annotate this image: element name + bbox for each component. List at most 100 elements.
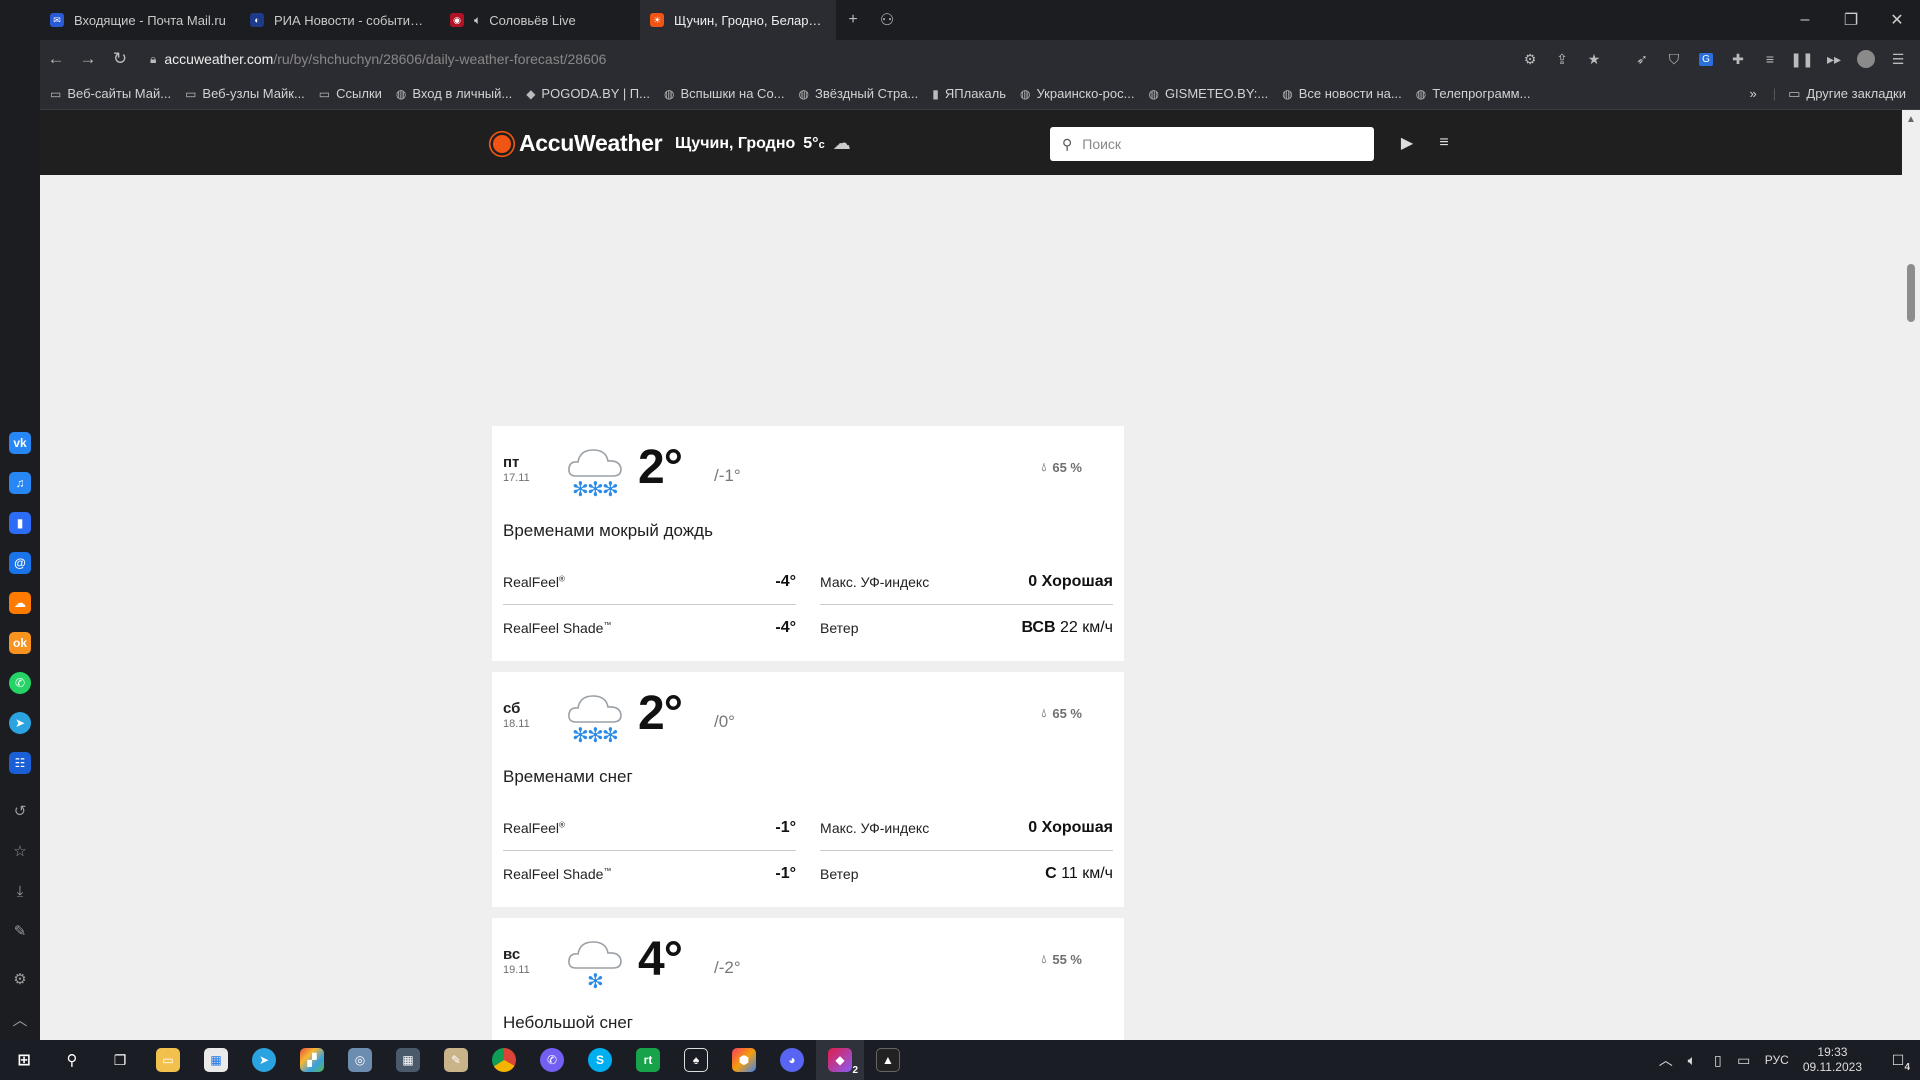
tab-2[interactable]: ◉ 🔈︎ Соловьёв Live [440, 0, 640, 40]
viber-icon[interactable]: ✆ [528, 1040, 576, 1080]
url-field[interactable]: 🔒︎ accuweather.com/ru/by/shchuchyn/28606… [150, 51, 1514, 67]
shield-icon[interactable]: ⛉ [1658, 43, 1690, 75]
other-bookmarks[interactable]: Другие закладки [1806, 86, 1906, 101]
whatsapp-icon[interactable]: ✆ [9, 672, 31, 694]
calculator-icon[interactable]: ▦ [384, 1040, 432, 1080]
device-icon[interactable]: ▯ [1705, 1052, 1731, 1069]
browser-sidebar: vk ♫ ▮ @ ☁ ok ✆ ➤ ☷ ↺ ☆ ⤓ ✎ ⚙ ︿ [0, 0, 40, 1040]
page-scrollbar[interactable]: ▲ [1902, 110, 1920, 1040]
tab-1[interactable]: ◐ РИА Новости - события в М [240, 0, 440, 40]
forward-button[interactable]: → [72, 43, 104, 75]
folder-icon: ▭ [185, 86, 197, 101]
forecast-card[interactable]: сб 18.11 ✻ ✻ ✻ 2° /0° 💧︎ 65 % Временами сне… [492, 672, 1124, 907]
accuweather-logo[interactable]: AccuWeather [491, 130, 663, 157]
bookmark-item[interactable]: ▭ Веб-узлы Майк... [185, 86, 305, 101]
search-box[interactable]: ⚲ [1050, 127, 1374, 161]
skype-icon[interactable]: S [576, 1040, 624, 1080]
volume-icon[interactable]: 🔈︎ [1679, 1052, 1705, 1069]
language-indicator[interactable]: РУС [1765, 1053, 1789, 1067]
bookmark-item[interactable]: ▭ Ссылки [319, 86, 382, 101]
bookmark-item[interactable]: ◍ GISMETEO.BY:... [1148, 86, 1268, 101]
bookmark-item[interactable]: ◍ Вход в личный... [396, 86, 512, 101]
site-permissions-icon[interactable]: ⚙ [1514, 43, 1546, 75]
telegram-icon[interactable]: ➤ [240, 1040, 288, 1080]
extensions-icon[interactable]: ✚ [1722, 43, 1754, 75]
task-view-icon[interactable]: ❐ [96, 1040, 144, 1080]
back-button[interactable]: ← [40, 43, 72, 75]
tab-groups-icon[interactable]: ⚇ [870, 0, 904, 40]
music-icon[interactable]: ♫ [9, 472, 31, 494]
discord-icon[interactable]: ◕ [768, 1040, 816, 1080]
audio-playing-icon[interactable]: 🔈︎ [474, 13, 481, 28]
minimize-icon[interactable]: – [1782, 0, 1828, 40]
notifications-icon[interactable]: ☐ 4 [1876, 1052, 1920, 1073]
tab-3[interactable]: ☀ Щучин, Гродно, Беларусь Е [640, 0, 836, 40]
search-input[interactable] [1082, 136, 1353, 152]
browser-menu-icon[interactable]: ☰ [1882, 43, 1914, 75]
bookmark-item[interactable]: ◍ Звёздный Стра... [799, 86, 919, 101]
skip-icon[interactable]: ▸▸ [1818, 43, 1850, 75]
cloud-icon[interactable]: ☁ [9, 592, 31, 614]
tray-chevron-icon[interactable]: ︿ [1653, 1050, 1679, 1070]
search-icon[interactable]: ⚲ [48, 1040, 96, 1080]
stats-icon[interactable]: ▮ [9, 512, 31, 534]
new-tab-button[interactable]: + [836, 0, 870, 40]
bookmarks-more-button[interactable]: » [1749, 86, 1756, 101]
pen-icon[interactable]: ✎ [9, 920, 31, 942]
bookmark-item[interactable]: ◍ Все новости на... [1282, 86, 1401, 101]
rocket-icon[interactable]: ➶ [1626, 43, 1658, 75]
mail-at-icon[interactable]: @ [9, 552, 31, 574]
scroll-up-icon[interactable]: ▲ [1906, 114, 1916, 125]
clock[interactable]: 19:33 09.11.2023 [1803, 1045, 1862, 1075]
store-icon[interactable]: ▦ [192, 1040, 240, 1080]
history-icon[interactable]: ↺ [9, 800, 31, 822]
window-count-badge: 2 [852, 1065, 858, 1076]
forecast-card[interactable]: пт 17.11 ✻ ✻ ✻ 2° /-1° 💧︎ 65 % Временами мо… [492, 426, 1124, 661]
solitaire-icon[interactable]: ♠ [672, 1040, 720, 1080]
network-icon[interactable]: ▭ [1731, 1052, 1757, 1069]
app-hex-icon[interactable]: ⬢ [720, 1040, 768, 1080]
reload-button[interactable]: ↻ [104, 43, 136, 75]
file-explorer-icon[interactable]: ▭ [144, 1040, 192, 1080]
bookmark-star-icon[interactable]: ★ [1578, 43, 1610, 75]
pause-icon[interactable]: ❚❚ [1786, 43, 1818, 75]
app-dark-icon[interactable]: ▲ [864, 1040, 912, 1080]
vk-icon[interactable]: vk [9, 432, 31, 454]
favorites-icon[interactable]: ☆ [9, 840, 31, 862]
globe-icon: ◍ [664, 86, 675, 101]
scrollbar-thumb[interactable] [1907, 264, 1915, 322]
forecast-card[interactable]: вс 19.11 ✻ 4° /-2° 💧︎ 55 % Небольшой снег [492, 918, 1124, 1040]
close-icon[interactable]: ✕ [1874, 0, 1920, 40]
telegram-icon[interactable]: ➤ [9, 712, 31, 734]
paint-icon[interactable]: ✎ [432, 1040, 480, 1080]
chrome-icon[interactable] [480, 1040, 528, 1080]
bookmark-item[interactable]: ◆ POGODA.BY | П... [526, 86, 650, 101]
translate-icon[interactable]: G [1690, 43, 1722, 75]
weather-phrase: Небольшой снег [503, 1013, 633, 1032]
precipitation: 💧︎ 55 % [1041, 952, 1082, 967]
app-icon[interactable]: ◎ [336, 1040, 384, 1080]
snow-heavy-icon: ✻ ✻ ✻ [566, 442, 624, 501]
start-button[interactable]: ⊞ [0, 1040, 48, 1080]
share-icon[interactable]: ⇪ [1546, 43, 1578, 75]
bookmark-item[interactable]: ◍ Украинско-рос... [1020, 86, 1134, 101]
playlist-icon[interactable]: ≡ [1754, 43, 1786, 75]
tab-0[interactable]: ✉ Входящие - Почта Mail.ru [40, 0, 240, 40]
restore-icon[interactable]: ❐ [1828, 0, 1874, 40]
collapse-sidebar-icon[interactable]: ︿ [9, 1008, 31, 1030]
downloads-icon[interactable]: ⤓ [9, 880, 31, 902]
browser-taskbar-icon[interactable]: ◆ 2 [816, 1040, 864, 1080]
tasks-icon[interactable]: ☷ [9, 752, 31, 774]
settings-icon[interactable]: ⚙ [9, 968, 31, 990]
menu-icon[interactable]: ≡ [1433, 132, 1455, 154]
bookmark-item[interactable]: ▮ ЯПлакаль [932, 86, 1006, 101]
bookmark-item[interactable]: ▭ Веб-сайты Май... [50, 86, 171, 101]
profile-avatar[interactable] [1850, 43, 1882, 75]
app-grid-icon[interactable]: ▞ [288, 1040, 336, 1080]
bookmark-item[interactable]: ◍ Вспышки на Со... [664, 86, 785, 101]
current-location[interactable]: Щучин, Гродно 5°c ☁ [675, 133, 851, 154]
odnoklassniki-icon[interactable]: ok [9, 632, 31, 654]
bookmark-item[interactable]: ◍ Телепрограмм... [1416, 86, 1531, 101]
rutube-icon[interactable]: rt [624, 1040, 672, 1080]
video-icon[interactable]: ▶ [1396, 132, 1418, 154]
